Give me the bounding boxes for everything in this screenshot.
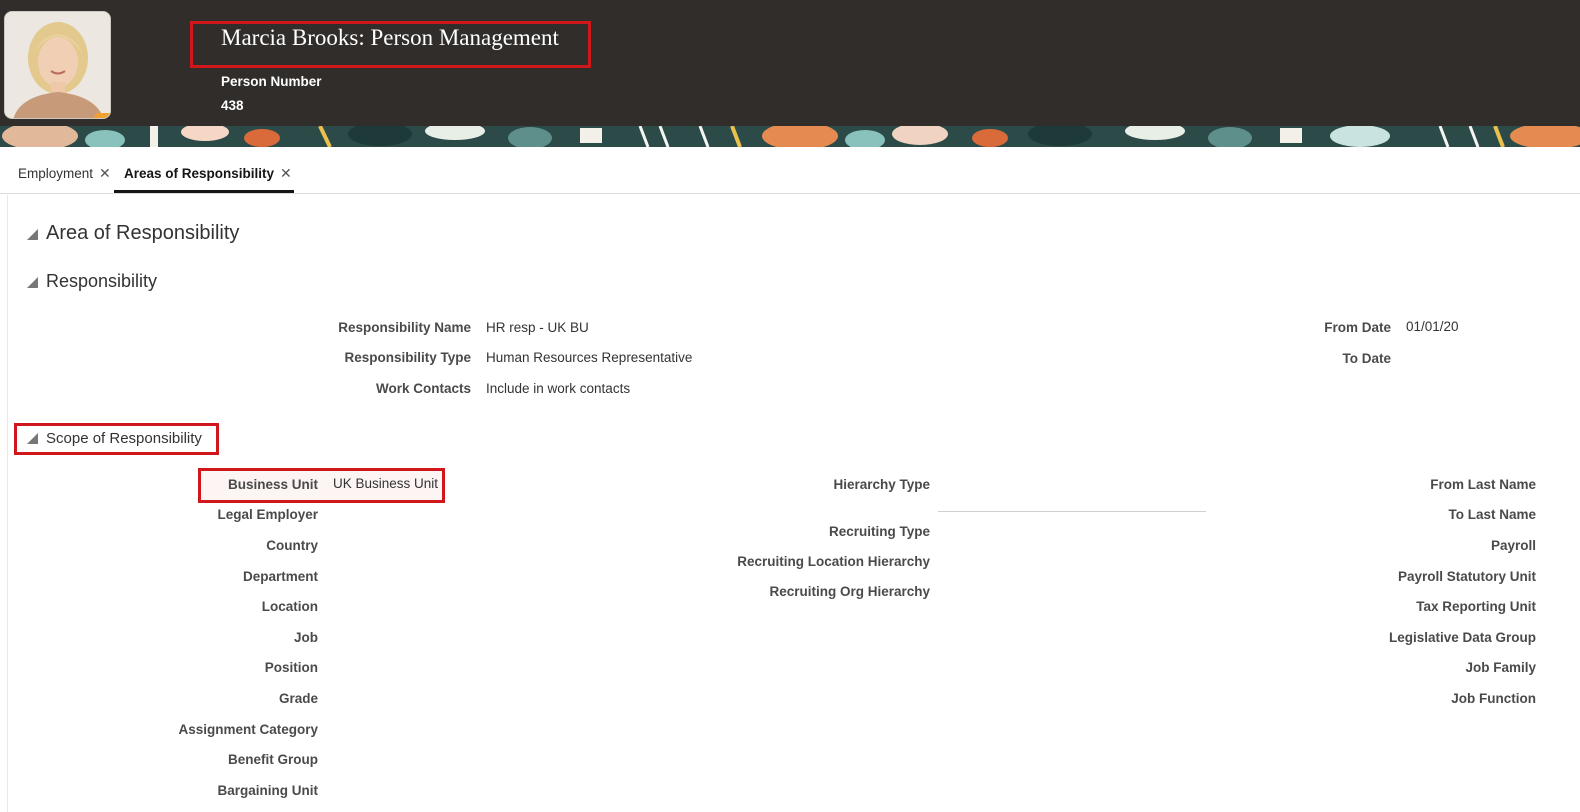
tab-employment-label: Employment xyxy=(18,166,94,181)
work-contacts-value: Include in work contacts xyxy=(486,381,631,396)
responsibility-type-label: Responsibility Type xyxy=(344,350,471,365)
close-icon[interactable]: ✕ xyxy=(280,165,292,181)
benefit-group-label: Benefit Group xyxy=(228,752,318,767)
bargaining-unit-label: Bargaining Unit xyxy=(217,783,319,798)
position-label: Position xyxy=(264,660,318,675)
legislative-data-group-label: Legislative Data Group xyxy=(1388,630,1536,645)
banner-pattern-icon xyxy=(0,126,1580,147)
legal-employer-label: Legal Employer xyxy=(217,507,318,522)
business-unit-label: Business Unit xyxy=(227,477,318,492)
responsibility-type-value: Human Resources Representative xyxy=(486,350,693,365)
grade-label: Grade xyxy=(278,691,318,706)
collapse-triangle-icon[interactable] xyxy=(27,229,38,240)
country-label: Country xyxy=(266,538,318,553)
payroll-statutory-unit-label: Payroll Statutory Unit xyxy=(1397,569,1536,584)
recruiting-type-label: Recruiting Type xyxy=(828,524,930,539)
job-label: Job xyxy=(293,630,318,645)
job-family-label: Job Family xyxy=(1465,660,1536,675)
job-function-label: Job Function xyxy=(1451,691,1536,706)
location-label: Location xyxy=(261,599,318,614)
section-area-of-responsibility: Area of Responsibility xyxy=(46,222,240,244)
to-date-label: To Date xyxy=(1342,351,1391,366)
business-unit-value: UK Business Unit xyxy=(333,476,439,491)
collapse-triangle-icon[interactable] xyxy=(27,433,38,444)
decorative-banner xyxy=(0,126,1580,147)
page-title: Marcia Brooks: Person Management xyxy=(221,25,559,50)
content-divider xyxy=(7,195,8,812)
responsibility-name-label: Responsibility Name xyxy=(338,320,471,335)
tax-reporting-unit-label: Tax Reporting Unit xyxy=(1416,599,1536,614)
recruiting-org-hierarchy-label: Recruiting Org Hierarchy xyxy=(769,584,930,599)
work-contacts-label: Work Contacts xyxy=(375,381,471,396)
person-photo-icon xyxy=(5,12,110,118)
section-responsibility: Responsibility xyxy=(46,271,158,291)
status-badge xyxy=(94,113,110,118)
from-date-value: 01/01/20 xyxy=(1406,319,1459,334)
section-scope-of-responsibility: Scope of Responsibility xyxy=(46,430,202,447)
person-number-value: 438 xyxy=(221,98,244,113)
tab-employment[interactable]: Employment ✕ xyxy=(18,165,111,182)
avatar[interactable] xyxy=(4,11,111,119)
recruiting-location-hierarchy-label: Recruiting Location Hierarchy xyxy=(737,554,930,569)
responsibility-name-value: HR resp - UK BU xyxy=(486,320,589,335)
active-tab-indicator xyxy=(114,190,294,193)
department-label: Department xyxy=(242,569,318,584)
assignment-category-label: Assignment Category xyxy=(178,722,318,737)
collapse-triangle-icon[interactable] xyxy=(27,277,38,288)
to-last-name-label: To Last Name xyxy=(1448,507,1536,522)
from-last-name-label: From Last Name xyxy=(1430,477,1536,492)
tab-areas-of-responsibility-label: Areas of Responsibility xyxy=(124,166,275,181)
from-date-label: From Date xyxy=(1324,320,1391,335)
tab-bar: Employment ✕ Areas of Responsibility ✕ xyxy=(0,147,1580,194)
hierarchy-type-label: Hierarchy Type xyxy=(833,477,930,492)
tab-areas-of-responsibility[interactable]: Areas of Responsibility ✕ xyxy=(124,165,292,182)
person-number-label: Person Number xyxy=(221,74,322,89)
hierarchy-type-field xyxy=(938,511,1206,512)
close-icon[interactable]: ✕ xyxy=(99,165,111,181)
payroll-label: Payroll xyxy=(1490,538,1536,553)
page-header: Marcia Brooks: Person Management Person … xyxy=(0,0,1580,147)
